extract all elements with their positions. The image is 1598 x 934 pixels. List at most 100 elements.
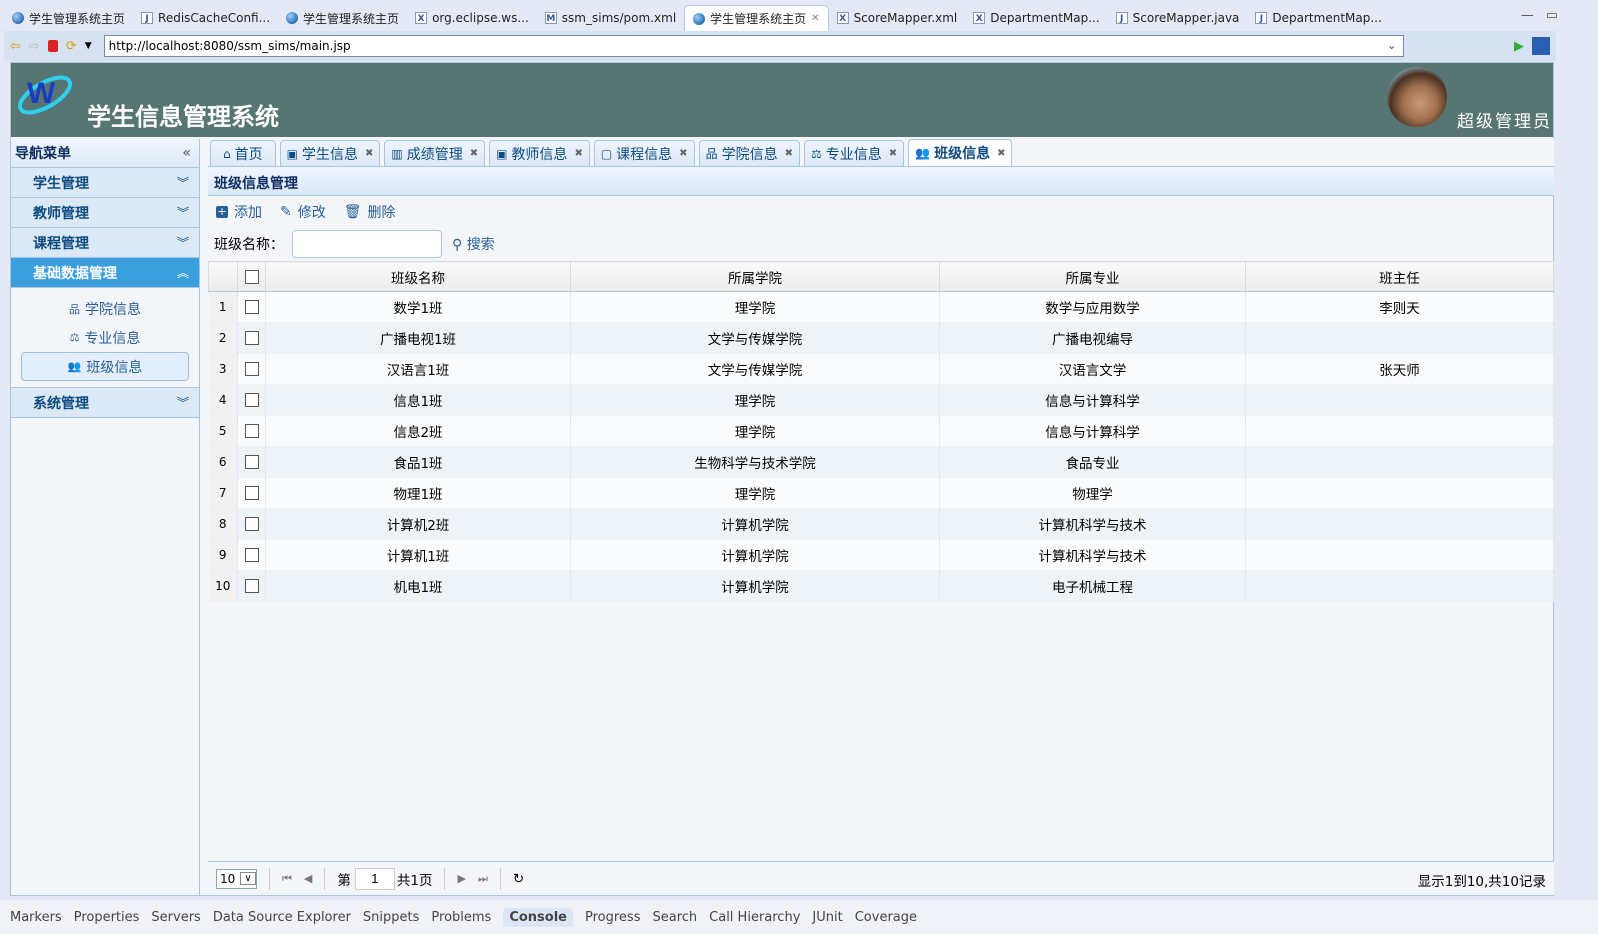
select-all-checkbox[interactable] [244,269,259,284]
editor-tab[interactable]: 学生管理系统主页 [278,5,407,31]
view-tab[interactable]: Data Source Explorer [213,910,351,925]
view-tab[interactable]: Markers [10,910,62,925]
sidebar-item[interactable]: 👥 班级信息 [21,352,189,381]
close-icon[interactable]: ✖ [889,148,897,159]
stop-icon[interactable] [47,40,58,52]
tab[interactable]: ▥ 成绩管理 ✖ [384,140,486,166]
sidebar-item[interactable]: 品学院信息 [21,294,189,323]
editor-tab[interactable]: J RedisCacheConfi... [133,5,278,31]
search-button[interactable]: ⚲ 搜索 [452,234,495,254]
avatar[interactable] [1387,67,1447,127]
first-page-button[interactable]: ⏮ [282,872,292,886]
collapse-icon[interactable]: « [182,145,191,161]
table-row[interactable]: 3 汉语言1班 文学与传媒学院 汉语言文学 张天师 [208,353,1554,385]
view-tab[interactable]: Properties [74,910,140,925]
browser-menu-icon[interactable] [1532,37,1550,55]
rownum-header [208,261,238,292]
close-icon[interactable]: ✖ [574,148,582,159]
table-row[interactable]: 8 计算机2班 计算机学院 计算机科学与技术 [208,508,1554,540]
table-row[interactable]: 4 信息1班 理学院 信息与计算科学 [208,384,1554,416]
column-header[interactable]: 所属专业 [939,261,1246,292]
view-tab[interactable]: Coverage [855,910,917,925]
sidebar-section[interactable]: 学生管理 ︾ [11,168,199,198]
close-icon[interactable]: ✖ [365,148,373,159]
sidebar-section[interactable]: 课程管理 ︾ [11,228,199,258]
row-checkbox[interactable] [244,579,259,593]
view-tab[interactable]: JUnit [812,910,842,925]
view-tab[interactable]: Snippets [363,910,419,925]
editor-tab[interactable]: 学生管理系统主页 [4,5,133,31]
tab[interactable]: 品学院信息 ✖ [698,140,800,166]
table-row[interactable]: 1 数学1班 理学院 数学与应用数学 李则天 [208,291,1554,323]
row-checkbox[interactable] [244,548,259,562]
editor-tab[interactable]: J DepartmentMap... [1247,5,1389,31]
table-row[interactable]: 7 物理1班 理学院 物理学 [208,477,1554,509]
row-checkbox[interactable] [244,362,259,376]
row-checkbox[interactable] [244,424,259,438]
view-tab[interactable]: Console [503,907,573,927]
row-checkbox[interactable] [244,517,259,531]
table-row[interactable]: 10 机电1班 计算机学院 电子机械工程 [208,570,1554,602]
editor-tab[interactable]: 学生管理系统主页 ✕ [684,5,829,31]
editor-tab[interactable]: X ScoreMapper.xml [829,5,966,31]
editor-tab[interactable]: Xorg.eclipse.ws... [407,5,537,31]
row-checkbox[interactable] [244,486,259,500]
reload-button[interactable]: ↻ [513,871,524,887]
last-page-button[interactable]: ⏭ [478,872,488,886]
tab[interactable]: ▢ 课程信息 ✖ [593,140,695,166]
table-row[interactable]: 6 食品1班 生物科学与技术学院 食品专业 [208,446,1554,478]
page-size-select[interactable]: 10 ∨ [216,868,257,889]
page-number-input[interactable] [354,867,395,890]
editor-tab[interactable]: Mssm_sims/pom.xml [537,5,684,31]
search-icon: ⚲ [452,237,463,253]
tab[interactable]: ⌂ 首页 [210,140,276,166]
next-page-button[interactable]: ▶ [457,872,465,885]
tab[interactable]: 👥 班级信息 ✖ [908,139,1013,166]
minimize-icon[interactable]: — [1521,8,1534,23]
maximize-icon[interactable]: ▭ [1546,8,1558,23]
sidebar-section[interactable]: 教师管理 ︾ [11,198,199,228]
table-row[interactable]: 2 广播电视1班 文学与传媒学院 广播电视编导 [208,322,1554,354]
editor-tab[interactable]: X DepartmentMap... [965,5,1107,31]
close-icon[interactable]: ✖ [997,148,1005,159]
prev-page-button[interactable]: ◀ [304,872,312,885]
contact-icon: ▣ [496,146,508,161]
refresh-icon[interactable]: ⟳ [66,39,77,54]
row-checkbox[interactable] [244,393,259,407]
editor-tab[interactable]: J ScoreMapper.java [1108,5,1248,31]
forward-icon[interactable]: ⇨ [29,39,40,54]
close-icon[interactable]: ✖ [470,148,478,159]
sidebar-section-label: 学生管理 [33,175,89,192]
view-tab[interactable]: Call Hierarchy [709,910,800,925]
view-tab[interactable]: Progress [585,910,640,925]
chevron-down-icon[interactable]: ⌄ [1387,38,1397,52]
delete-button[interactable]: 🗑 删除 [344,202,396,222]
close-icon[interactable]: ✖ [785,148,793,159]
add-button[interactable]: + 添加 [216,202,262,222]
tab[interactable]: ▣ 学生信息 ✖ [279,140,381,166]
close-icon[interactable]: ✖ [679,148,687,159]
row-checkbox[interactable] [244,455,259,469]
tab[interactable]: ⚖ 专业信息 ✖ [803,140,905,166]
tab[interactable]: ▣ 教师信息 ✖ [489,140,590,166]
row-checkbox[interactable] [244,300,259,314]
column-header[interactable]: 所属学院 [570,261,940,292]
table-row[interactable]: 5 信息2班 理学院 信息与计算科学 [208,415,1554,447]
column-header[interactable]: 班级名称 [265,261,571,292]
close-icon[interactable]: ✕ [811,13,819,24]
go-icon[interactable]: ▶ [1514,39,1524,54]
column-header[interactable]: 班主任 [1245,261,1554,292]
url-input[interactable]: http://localhost:8080/ssm_sims/main.jsp ⌄ [103,35,1404,57]
class-name-input[interactable] [292,230,442,258]
back-icon[interactable]: ⇦ [10,39,21,54]
view-tab[interactable]: Problems [431,910,491,925]
sidebar-section[interactable]: 系统管理 ︾ [11,388,199,418]
dropdown-icon[interactable]: ▼ [85,41,92,51]
row-checkbox[interactable] [244,331,259,345]
view-tab[interactable]: Servers [151,910,200,925]
sidebar-item[interactable]: ⚖ 专业信息 [21,323,189,352]
view-tab[interactable]: Search [652,910,697,925]
edit-button[interactable]: ✎ 修改 [280,202,326,222]
table-row[interactable]: 9 计算机1班 计算机学院 计算机科学与技术 [208,539,1554,571]
sidebar-section[interactable]: 基础数据管理 ︽ [11,258,199,288]
